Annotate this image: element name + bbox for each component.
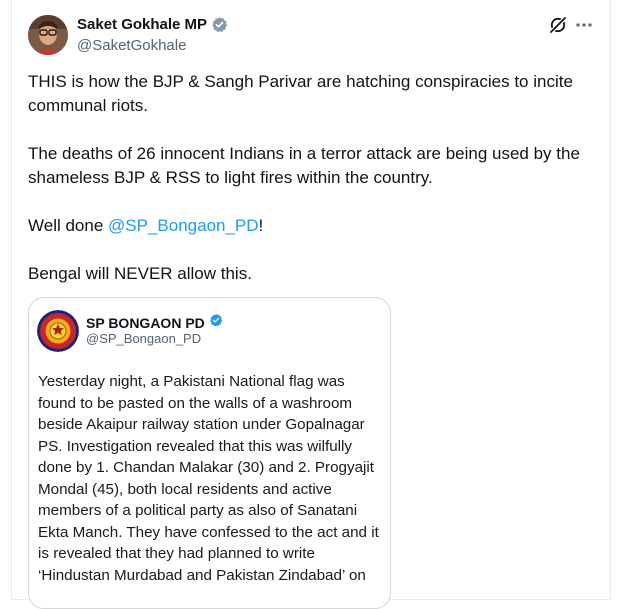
author-handle[interactable]: @SaketGokhale (77, 37, 186, 54)
author-name-row: Saket Gokhale MP (77, 16, 228, 33)
embedded-name-row: SP BONGAON PD (86, 313, 223, 332)
grok-icon[interactable] (548, 15, 568, 35)
tweet-paragraph: THIS is how the BJP & Sangh Parivar are … (28, 72, 573, 115)
mention-link[interactable]: @SP_Bongaon_PD (108, 216, 259, 235)
embedded-body-text: Yesterday night, a Pakistani National fl… (38, 373, 379, 584)
author-display-name[interactable]: Saket Gokhale MP (77, 16, 207, 33)
tweet-paragraph: The deaths of 26 innocent Indians in a t… (28, 144, 580, 187)
tweet-text-segment: Well done (28, 216, 109, 235)
tweet-media-image[interactable]: SP BONGAON PD @SP_Bongaon_PD Yesterday n… (28, 297, 391, 609)
tweet-text: THIS is how the BJP & Sangh Parivar are … (28, 70, 593, 310)
tweet-paragraph: Bengal will NEVER allow this. (28, 264, 252, 283)
author-avatar[interactable] (28, 15, 68, 55)
avatar-image (28, 15, 68, 55)
more-options-icon[interactable] (574, 15, 594, 35)
verified-badge-icon[interactable] (211, 16, 228, 33)
embedded-handle: @SP_Bongaon_PD (86, 331, 202, 346)
embedded-verified-badge-icon (209, 313, 223, 332)
embedded-display-name: SP BONGAON PD (86, 314, 205, 331)
tweet-paragraph: Well done @SP_Bongaon_PD! (28, 214, 593, 238)
tweet-text-segment: ! (258, 216, 264, 235)
police-emblem-avatar (37, 310, 79, 352)
